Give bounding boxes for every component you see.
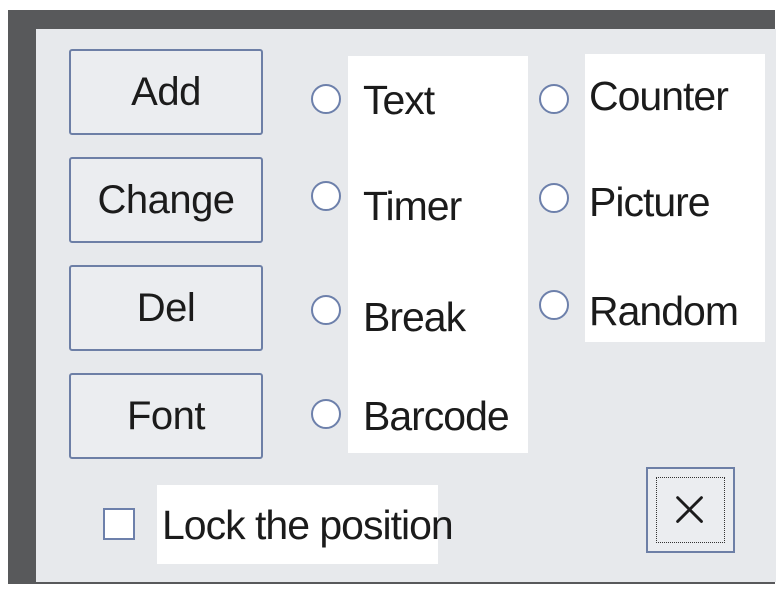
add-button[interactable]: Add: [69, 49, 263, 135]
radio-text[interactable]: [311, 84, 341, 114]
radio-barcode[interactable]: [311, 399, 341, 429]
radio-timer[interactable]: [311, 181, 341, 211]
change-button[interactable]: Change: [69, 157, 263, 243]
radio-label-text[interactable]: Text: [363, 80, 435, 121]
radio-label-random[interactable]: Random: [589, 291, 739, 332]
close-button[interactable]: [646, 467, 735, 553]
radio-random[interactable]: [539, 290, 569, 320]
radio-picture[interactable]: [539, 183, 569, 213]
close-icon: [676, 496, 703, 523]
radio-label-break[interactable]: Break: [363, 297, 466, 338]
radio-label-timer[interactable]: Timer: [363, 186, 462, 227]
radio-label-counter[interactable]: Counter: [589, 76, 729, 117]
font-button[interactable]: Font: [69, 373, 263, 459]
radio-label-barcode[interactable]: Barcode: [363, 396, 510, 437]
del-button[interactable]: Del: [69, 265, 263, 351]
radio-label-picture[interactable]: Picture: [589, 182, 711, 223]
lock-position-checkbox[interactable]: [103, 508, 135, 540]
lock-position-label[interactable]: Lock the position: [162, 505, 454, 546]
radio-break[interactable]: [311, 295, 341, 325]
radio-counter[interactable]: [539, 84, 569, 114]
